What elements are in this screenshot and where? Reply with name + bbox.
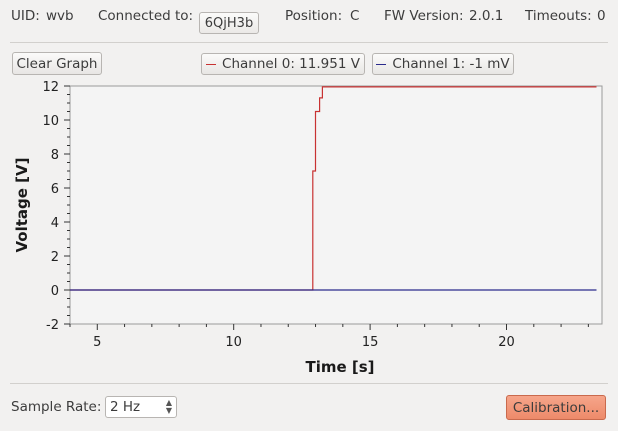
x-tick-label: 20 <box>498 335 515 350</box>
clear-graph-button[interactable]: Clear Graph <box>12 52 102 75</box>
channel-0-label: Channel 0: 11.951 V <box>222 56 360 72</box>
channel-0-line-icon <box>206 63 217 65</box>
y-tick-label: 2 <box>51 250 59 265</box>
y-tick-label: 4 <box>51 216 59 231</box>
timeouts-label: Timeouts: <box>525 8 592 24</box>
uid-label: UID: <box>11 8 40 24</box>
x-axis-label: Time [s] <box>305 358 374 376</box>
y-axis-label: Voltage [V] <box>13 158 31 253</box>
y-tick-label: 6 <box>51 182 59 197</box>
timeouts-value: 0 <box>597 8 606 24</box>
x-tick-label: 5 <box>93 335 101 350</box>
y-tick-label: -2 <box>46 318 59 333</box>
connected-uid-button[interactable]: 6QjH3b <box>199 12 259 34</box>
x-tick-label: 10 <box>225 335 242 350</box>
connected-label: Connected to: <box>98 8 194 24</box>
y-tick-label: 12 <box>42 80 59 95</box>
x-tick-label: 15 <box>362 335 379 350</box>
y-tick-label: 0 <box>51 284 59 299</box>
footer-separator <box>10 383 608 384</box>
fw-version-value: 2.0.1 <box>469 8 504 24</box>
header-separator <box>10 42 608 43</box>
uid-value: wvb <box>46 8 74 24</box>
channel-1-legend-button[interactable]: Channel 1: -1 mV <box>372 53 514 75</box>
position-label: Position: <box>285 8 343 24</box>
spin-arrows-icon: ▲ ▼ <box>165 398 172 415</box>
sample-rate-value: 2 Hz <box>110 399 141 415</box>
voltage-plot-svg: -2 0 2 4 6 8 10 12 5 10 15 20 Voltage [V] Time [s] <box>13 80 603 376</box>
channel-0-legend-button[interactable]: Channel 0: 11.951 V <box>201 53 365 75</box>
channel-1-label: Channel 1: -1 mV <box>392 56 510 72</box>
calibration-button[interactable]: Calibration... <box>506 395 606 420</box>
y-tick-label: 8 <box>51 148 59 163</box>
sample-rate-select[interactable]: 2 Hz ▲ ▼ <box>105 396 177 418</box>
y-tick-label: 10 <box>42 114 59 129</box>
plot-area <box>69 85 603 325</box>
voltage-plot: -2 0 2 4 6 8 10 12 5 10 15 20 Voltage [V] Time [s] <box>0 78 618 378</box>
position-value: C <box>350 8 360 24</box>
sample-rate-label: Sample Rate: <box>11 399 102 415</box>
fw-version-label: FW Version: <box>384 8 464 24</box>
channel-1-line-icon <box>376 63 387 65</box>
